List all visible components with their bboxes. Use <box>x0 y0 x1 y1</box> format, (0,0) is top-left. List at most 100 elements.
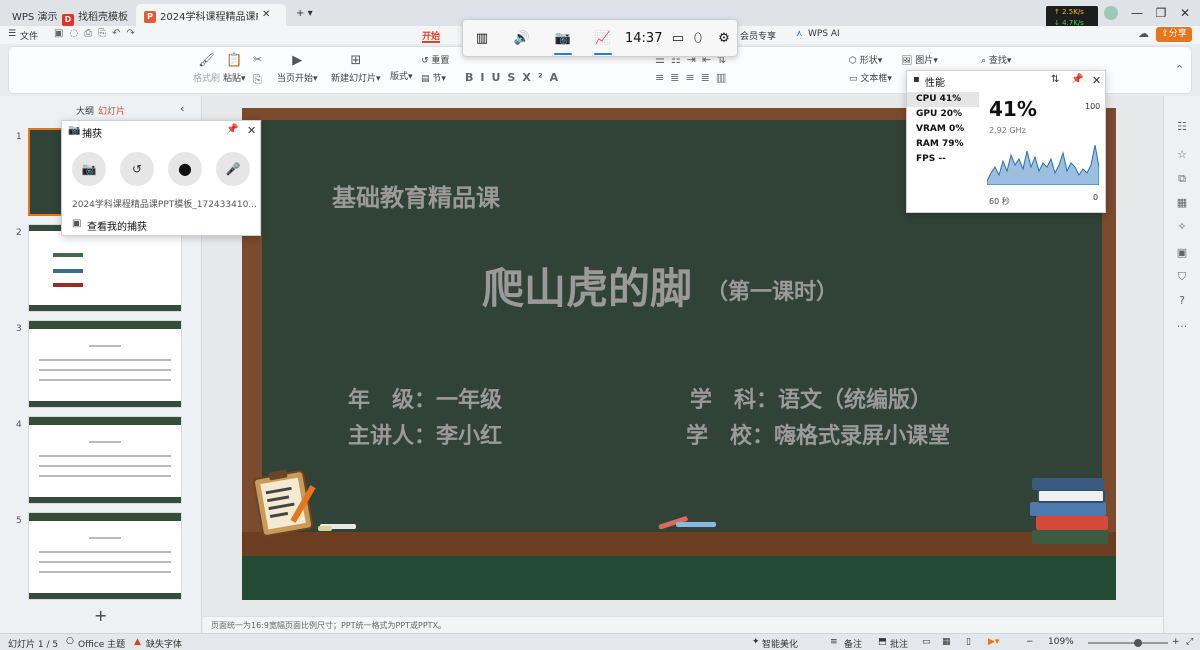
graph-timespan: 60 秒 <box>989 197 1010 206</box>
close-icon[interactable]: ✕ <box>247 124 256 137</box>
perf-row-gpu[interactable]: GPU 20% <box>907 107 979 122</box>
missing-font-label[interactable]: 缺失字体 <box>146 637 182 650</box>
slideshow-icon[interactable]: ▶▾ <box>988 637 999 647</box>
paste-button[interactable]: 📋 粘贴▾ <box>223 53 246 84</box>
record-button[interactable]: ● <box>168 152 202 186</box>
find-button[interactable]: ⌕ 查找▾ <box>981 53 1011 66</box>
reading-view-icon[interactable]: ▯ <box>966 637 971 647</box>
comments-toggle[interactable]: 批注 <box>890 637 908 650</box>
ribbon-collapse-icon[interactable]: ⌃ <box>1175 63 1184 76</box>
tab-slides[interactable]: 幻灯片 <box>98 104 125 117</box>
theme-label[interactable]: Office 主题 <box>78 637 125 650</box>
section-button[interactable]: ▤ 节▾ <box>421 71 446 84</box>
perf-row-vram[interactable]: VRAM 0% <box>907 122 979 137</box>
restore-button[interactable]: ❐ <box>1152 4 1170 22</box>
new-tab-button[interactable]: + ▾ <box>288 4 321 26</box>
notes-toggle[interactable]: 备注 <box>844 637 862 650</box>
performance-title: 性能 <box>925 78 945 89</box>
slide-thumbnail-2[interactable] <box>28 224 182 312</box>
tab-outline[interactable]: 大纲 <box>76 104 94 117</box>
chalkboard-ledge <box>242 532 1116 556</box>
sorter-view-icon[interactable]: ▦ <box>942 637 951 647</box>
widget-menu-icon[interactable]: ▥ <box>471 29 493 49</box>
notes-bar[interactable]: 页面统一为16:9宽幅页面比例尺寸；PPT统一格式为PPT或PPTX。 <box>203 616 1163 634</box>
normal-view-icon[interactable]: ▭ <box>922 637 931 647</box>
view-captures-link[interactable]: 查看我的捕获 <box>87 218 147 233</box>
add-slide-button[interactable]: + <box>94 606 107 625</box>
subject-text: 学 科：语文（统编版） <box>690 388 933 413</box>
comments-icon: ⬒ <box>878 637 887 647</box>
performance-panel: ▪ 性能 ⇅ 📌 ✕ CPU 41% GPU 20% VRAM 0% RAM 7… <box>906 70 1106 213</box>
zoom-level[interactable]: 109% <box>1048 637 1074 647</box>
zoom-out-icon[interactable]: − <box>1026 637 1034 647</box>
tab-document[interactable]: P 2024学科课程精品课PPT模板 ✕ <box>136 4 286 26</box>
zoom-slider-handle[interactable] <box>1134 639 1142 647</box>
hamburger-icon[interactable]: ☰ <box>8 29 16 39</box>
pin-icon[interactable]: 📌 <box>226 124 238 135</box>
layout-icon[interactable]: ▦ <box>1175 196 1189 210</box>
camera-icon[interactable]: 📷 <box>552 29 574 49</box>
close-icon[interactable]: ✕ <box>1092 74 1101 87</box>
reset-button[interactable]: ↺ 重置 <box>421 53 449 66</box>
slide-number: 3 <box>16 324 22 334</box>
more-icon[interactable]: ··· <box>1175 320 1189 334</box>
textbox-button[interactable]: ▭ 文本框▾ <box>849 71 892 84</box>
quick-access-icons[interactable]: ▣◌⎙⎘↶↷ <box>54 28 141 39</box>
play-from-current-button[interactable]: ▶ 当页开始▾ <box>277 53 318 84</box>
magic-icon[interactable]: ✧ <box>1175 220 1189 234</box>
perf-row-fps[interactable]: FPS -- <box>907 152 979 167</box>
zoom-slider[interactable] <box>1088 642 1168 644</box>
cloud-sync-icon[interactable]: ☁ <box>1138 27 1149 40</box>
copy-icon[interactable]: ⧉ <box>1175 172 1189 186</box>
minimize-button[interactable]: — <box>1128 4 1146 22</box>
game-bar: ▥ 🔊 📷 📈 14:37 ▭ ⬯ ⚙ <box>462 19 738 57</box>
close-tab-icon[interactable]: ✕ <box>262 9 270 20</box>
sliders-icon[interactable]: ☷ <box>1175 120 1189 134</box>
capture-filename: 2024学科课程精品课PPT模板_172433410... <box>72 200 257 210</box>
zoom-in-icon[interactable]: + <box>1172 637 1180 647</box>
beautify-button[interactable]: 智能美化 <box>762 637 798 650</box>
share-button[interactable]: ⇪分享 <box>1156 27 1192 42</box>
options-icon[interactable]: ⇅ <box>1051 74 1059 85</box>
slide-thumbnail-4[interactable] <box>28 416 182 504</box>
screenshot-button[interactable]: 📷 <box>72 152 106 186</box>
monitor-icon: ▪ <box>913 74 920 85</box>
microphone-button[interactable]: 🎤 <box>216 152 250 186</box>
tab-member[interactable]: 会员专享 <box>740 29 776 42</box>
fit-icon[interactable]: ⤢ <box>1186 637 1193 647</box>
format-painter-button[interactable]: 🖌 格式刷 <box>193 53 220 84</box>
new-slide-button[interactable]: ⊞ 新建幻灯片▾ <box>331 53 381 84</box>
performance-icon[interactable]: 📈 <box>592 29 614 49</box>
settings-icon[interactable]: ⚙ <box>713 29 735 49</box>
window-icon[interactable]: ▣ <box>1175 246 1189 260</box>
brush-icon: 🖌 <box>198 53 215 68</box>
tab-wps-ai[interactable]: WPS AI <box>808 29 840 39</box>
picture-button[interactable]: 🖼 图片▾ <box>901 53 938 66</box>
active-indicator <box>594 53 612 55</box>
shield-icon[interactable]: ⛉ <box>1175 270 1189 284</box>
align-buttons[interactable]: ≡≣≡≣▥ <box>655 71 732 84</box>
star-icon[interactable]: ☆ <box>1175 148 1189 162</box>
copy-icon[interactable]: ⎘ <box>253 73 262 87</box>
file-menu[interactable]: 文件 <box>20 29 38 42</box>
close-button[interactable]: ✕ <box>1176 4 1194 22</box>
layout-button[interactable]: 版式▾ <box>390 69 413 82</box>
slide-thumbnail-3[interactable] <box>28 320 182 408</box>
record-last-button[interactable]: ↺ <box>120 152 154 186</box>
teacher-text: 主讲人：李小红 <box>348 424 503 449</box>
gallery-icon: ▣ <box>72 218 82 229</box>
avatar[interactable] <box>1104 6 1118 20</box>
camera-icon: 📷 <box>81 162 97 176</box>
perf-row-ram[interactable]: RAM 79% <box>907 137 979 152</box>
shape-button[interactable]: ⬡ 形状▾ <box>849 53 882 66</box>
thumb-text-line <box>39 475 171 477</box>
help-icon[interactable]: ? <box>1175 294 1189 308</box>
perf-row-cpu[interactable]: CPU 41% <box>907 92 979 107</box>
collapse-panel-icon[interactable]: ‹ <box>180 102 184 115</box>
font-style-buttons[interactable]: BIUSX²A <box>465 71 565 84</box>
cut-icon[interactable]: ✂ <box>253 53 262 66</box>
pin-icon[interactable]: 📌 <box>1071 74 1083 85</box>
audio-icon[interactable]: 🔊 <box>511 29 533 49</box>
tab-template[interactable]: D 找稻壳模板 <box>54 4 136 26</box>
slide-thumbnail-5[interactable] <box>28 512 182 600</box>
